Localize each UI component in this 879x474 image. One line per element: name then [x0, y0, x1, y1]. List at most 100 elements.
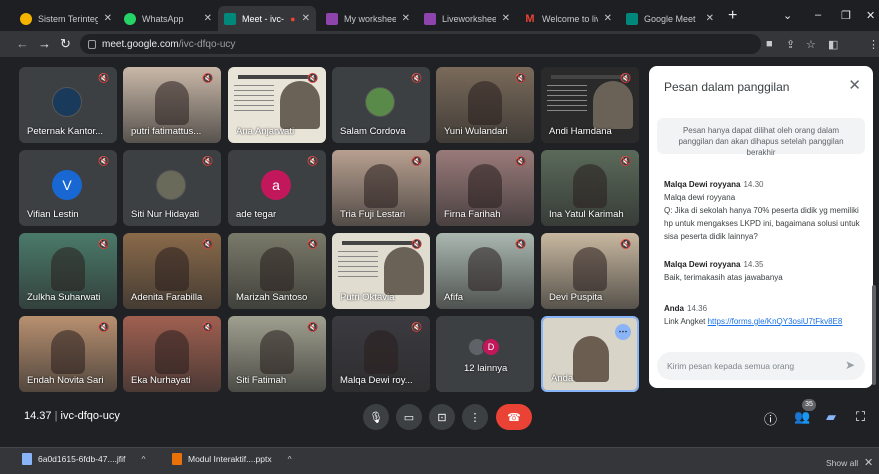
download-filename: Modul Interaktif....pptx [188, 454, 272, 464]
mic-toggle-button[interactable]: 🎙 [363, 404, 389, 430]
participant-tile[interactable]: 🔇 Endah Novita Sari [19, 316, 117, 392]
menu-kebab-icon[interactable]: ⋮ [868, 38, 879, 51]
participant-name: Devi Puspita [549, 292, 603, 303]
address-bar[interactable]: meet.google.com /ivc-dfqo-ucy [80, 34, 761, 54]
message-text: Q: Jika di sekolah hanya 70% peserta did… [664, 206, 860, 241]
participant-tile[interactable]: a 🔇 ade tegar [228, 150, 326, 226]
chevron-up-icon[interactable]: ^ [141, 454, 145, 464]
camera-in-use-icon[interactable]: ■ [766, 38, 773, 50]
chevron-up-icon[interactable]: ^ [288, 454, 292, 464]
close-tab-icon[interactable]: ✕ [302, 13, 310, 24]
download-item[interactable]: Modul Interaktif....pptx ^ [172, 453, 292, 465]
participant-figure [364, 164, 398, 208]
participant-tile[interactable]: 🔇 putri fatimattus... [123, 67, 221, 143]
mic-muted-icon: 🔇 [202, 322, 214, 332]
participant-figure [468, 164, 502, 208]
participant-tile[interactable]: 🔇 Malqa Dewi roy... [332, 316, 430, 392]
info-icon[interactable]: ⓘ [764, 409, 777, 428]
chat-panel: Pesan dalam panggilan ✕ Pesan hanya dapa… [649, 66, 873, 388]
participant-tile[interactable]: 🔇 Ina Yatul Karimah [541, 150, 639, 226]
participant-tile[interactable]: 🔇 Eka Nurhayati [123, 316, 221, 392]
browser-tab[interactable]: Liveworksheets.c ✕ [418, 6, 516, 31]
browser-tab[interactable]: Sistem Terintegra ✕ [14, 6, 118, 31]
participant-figure [573, 164, 607, 208]
minimize-icon[interactable]: – [815, 9, 821, 21]
participant-figure [260, 330, 294, 374]
downloads-bar: 6a0d1615-6fdb-47....jfif ^ Modul Interak… [0, 447, 879, 474]
forward-icon[interactable]: → [38, 36, 51, 52]
participant-tile[interactable]: 🔇 Andi Hamdana [541, 67, 639, 143]
participant-tile[interactable]: 🔇 Peternak Kantor... [19, 67, 117, 143]
participant-tile[interactable]: 🔇 Adenita Farabilla [123, 233, 221, 309]
message-time: 14.30 [743, 180, 764, 189]
participant-tile[interactable]: 🔇 Putri Oktavia [332, 233, 430, 309]
reload-icon[interactable]: ↻ [60, 36, 71, 52]
close-tab-icon[interactable]: ✕ [502, 13, 510, 24]
close-icon[interactable]: ✕ [848, 76, 861, 94]
side-panel-icon[interactable]: ◧ [828, 38, 838, 51]
presenter-thumbnail [280, 81, 320, 129]
message-link[interactable]: https://forms.gle/KnQY3osiU7tFkv8E8 [708, 317, 843, 326]
participant-tile[interactable]: 🔇 Marizah Santoso [228, 233, 326, 309]
close-tab-icon[interactable]: ✕ [204, 13, 212, 24]
participant-tile[interactable]: 🔇 Firna Farihah [436, 150, 534, 226]
browser-tab[interactable]: M Welcome to live ✕ [518, 6, 618, 31]
participant-tile[interactable]: 🔇 Yuni Wulandari [436, 67, 534, 143]
present-button[interactable]: ⊡ [429, 404, 455, 430]
close-tab-icon[interactable]: ✕ [604, 13, 612, 24]
tab-search-icon[interactable]: ⌄ [783, 9, 792, 22]
chat-message-input[interactable]: Kirim pesan kepada semua orang ➤ [657, 352, 865, 380]
slide-heading [551, 75, 629, 79]
close-tab-icon[interactable]: ✕ [402, 13, 410, 24]
participant-name: Marizah Santoso [236, 292, 308, 303]
leave-call-button[interactable]: ☎ [496, 404, 532, 430]
browser-tab-active[interactable]: Meet - ivc-d ● ✕ [218, 6, 316, 31]
participant-tile[interactable]: 🔇 Salam Cordova [332, 67, 430, 143]
participant-figure [573, 247, 607, 291]
participant-tile[interactable]: 🔇 Afifa [436, 233, 534, 309]
participant-tile[interactable]: 🔇 Siti Fatimah [228, 316, 326, 392]
show-all-downloads-link[interactable]: Show all [826, 458, 858, 468]
participant-tile[interactable]: 🔇 Zulkha Suharwati [19, 233, 117, 309]
participant-tile[interactable]: 🔇 Siti Nur Hidayati [123, 150, 221, 226]
more-options-icon[interactable]: ⋯ [615, 324, 631, 340]
message-text: Malqa dewi royyana [664, 193, 736, 202]
download-item[interactable]: 6a0d1615-6fdb-47....jfif ^ [22, 453, 145, 465]
close-tab-icon[interactable]: ✕ [104, 13, 112, 24]
close-tab-icon[interactable]: ✕ [706, 13, 714, 24]
new-tab-button[interactable]: + [728, 8, 737, 24]
participant-tile[interactable]: V 🔇 Vifian Lestin [19, 150, 117, 226]
mic-muted-icon: 🔇 [98, 73, 110, 83]
meeting-time: 14.37 [24, 410, 52, 422]
participant-tile[interactable]: 🔇 Tria Fuji Lestari [332, 150, 430, 226]
browser-tab[interactable]: My worksheets ✕ [320, 6, 416, 31]
share-icon[interactable]: ⇪ [786, 38, 795, 51]
url-host: meet.google.com [102, 38, 179, 50]
participant-count-badge: 35 [802, 399, 816, 411]
chat-input-placeholder: Kirim pesan kepada semua orang [667, 361, 795, 371]
participant-name: Endah Novita Sari [27, 375, 104, 386]
restore-icon[interactable]: ❐ [841, 9, 851, 22]
self-tile[interactable]: ⋯ Anda [541, 316, 639, 392]
back-icon[interactable]: ← [16, 36, 29, 52]
browser-tab[interactable]: Google Meet ✕ [620, 6, 720, 31]
browser-tab[interactable]: WhatsApp ✕ [118, 6, 218, 31]
chat-icon[interactable]: ▰ [826, 409, 836, 425]
scrollbar[interactable] [872, 285, 876, 385]
mic-muted-icon: 🔇 [307, 156, 319, 166]
participant-tile[interactable]: 🔇 Ana Anjarwati [228, 67, 326, 143]
more-options-button[interactable]: ⋮ [462, 404, 488, 430]
close-icon[interactable]: ✕ [864, 456, 873, 469]
close-window-icon[interactable]: ✕ [866, 9, 875, 22]
others-tile[interactable]: D 12 lainnya [436, 316, 534, 392]
participant-figure [155, 81, 189, 125]
bookmark-star-icon[interactable]: ☆ [806, 38, 816, 51]
people-icon[interactable]: 👥 [794, 409, 810, 425]
mic-muted-icon: 🔇 [620, 73, 632, 83]
participant-tile[interactable]: 🔇 Devi Puspita [541, 233, 639, 309]
camera-toggle-button[interactable]: ▭ [396, 404, 422, 430]
slide-heading [238, 75, 316, 79]
send-icon[interactable]: ➤ [845, 358, 855, 372]
camera-icon: ▭ [403, 411, 415, 424]
activities-icon[interactable]: ⛶ [856, 409, 865, 425]
